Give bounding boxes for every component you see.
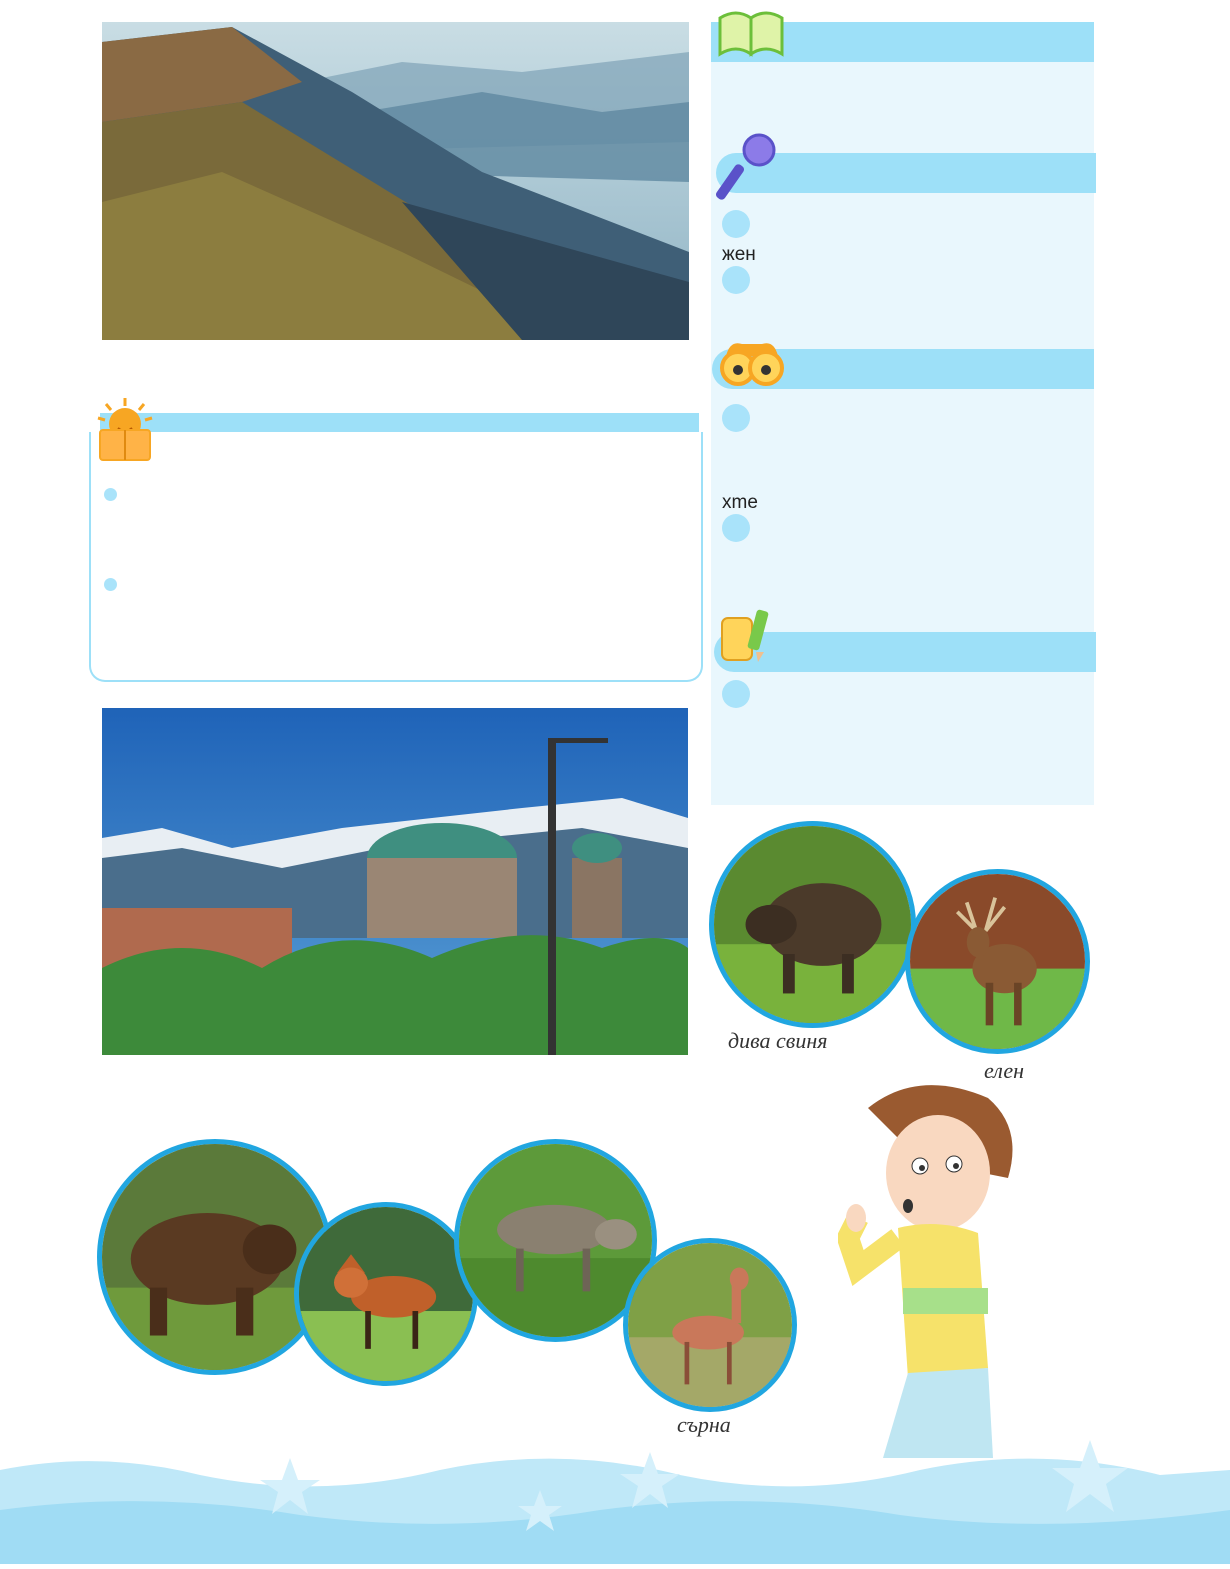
reading-bullet-2 [104, 578, 117, 591]
speak-bullet-2 [722, 266, 750, 294]
write-bullet-1 [722, 680, 750, 708]
observe-word: xme [722, 492, 758, 513]
speak-bullet-1 [722, 210, 750, 238]
sofia-cathedral-photo [102, 708, 688, 1055]
brown-bear-photo [97, 1139, 333, 1375]
scroll-pencil-icon [716, 604, 776, 666]
reading-bullet-1 [104, 488, 117, 501]
sun-reading-icon [94, 396, 156, 462]
mountain-ridge-photo [102, 22, 689, 340]
boar-caption: дива свиня [728, 1028, 828, 1053]
roe-deer-photo [623, 1238, 797, 1412]
microphone-icon [715, 132, 777, 204]
speak-word: жен [722, 244, 756, 265]
reading-box [89, 432, 703, 682]
footer-stars-decoration [0, 1430, 1230, 1564]
red-fox-photo [294, 1202, 478, 1386]
wild-boar-photo [709, 821, 916, 1028]
open-book-icon [716, 4, 786, 60]
observe-bullet-1 [722, 404, 750, 432]
binoculars-icon [716, 334, 788, 390]
red-deer-photo [905, 869, 1090, 1054]
thinking-boy-illustration [836, 1078, 1038, 1458]
observe-bullet-2 [722, 514, 750, 542]
